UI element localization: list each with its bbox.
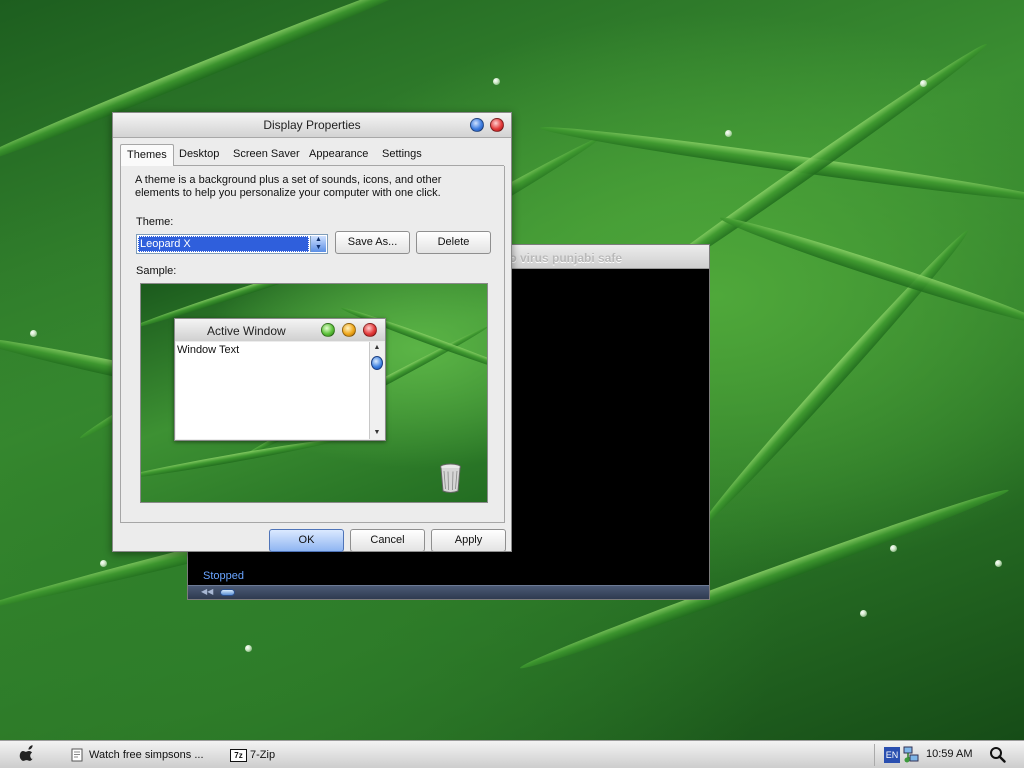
sample-window-title: Active Window: [207, 324, 286, 338]
scroll-thumb: [371, 356, 383, 370]
display-properties-dialog: Display Properties Themes Desktop Screen…: [112, 112, 512, 552]
save-as-button[interactable]: Save As...: [335, 231, 410, 254]
task-7zip-label: 7-Zip: [250, 749, 276, 761]
water-drop: [890, 545, 897, 552]
task-browser[interactable]: Watch free simpsons ...: [70, 744, 204, 766]
scroll-up-icon: ▲: [373, 344, 381, 351]
ok-button[interactable]: OK: [269, 529, 344, 552]
water-drop: [245, 645, 252, 652]
theme-description: A theme is a background plus a set of so…: [135, 174, 442, 199]
sample-active-window: Active Window Window Text ▲ ▼: [174, 318, 386, 441]
tab-settings[interactable]: Settings: [380, 148, 424, 160]
document-icon: [71, 748, 83, 762]
maximize-icon: [321, 323, 335, 337]
recycle-bin-icon: [440, 463, 461, 493]
water-drop: [100, 560, 107, 567]
apply-button[interactable]: Apply: [431, 529, 506, 552]
water-drop: [725, 130, 732, 137]
tab-desktop[interactable]: Desktop: [177, 148, 221, 160]
theme-select[interactable]: Leopard X ▲ ▼: [136, 234, 328, 254]
scroll-down-icon: ▼: [373, 429, 381, 436]
sample-titlebar: Active Window: [175, 319, 385, 341]
theme-select-value: Leopard X: [138, 236, 309, 252]
tab-themes[interactable]: Themes: [120, 144, 174, 167]
minimize-icon: [342, 323, 356, 337]
apple-icon[interactable]: [18, 745, 38, 765]
water-drop: [493, 78, 500, 85]
tab-appearance[interactable]: Appearance: [307, 148, 370, 160]
close-icon: [363, 323, 377, 337]
theme-label: Theme:: [136, 216, 174, 228]
updown-arrow-icon[interactable]: ▲ ▼: [310, 236, 326, 252]
cancel-button[interactable]: Cancel: [350, 529, 425, 552]
rewind-icon[interactable]: ◀◀: [201, 587, 213, 596]
sample-scrollbar: ▲ ▼: [369, 342, 384, 439]
theme-sample-preview: Active Window Window Text ▲ ▼: [140, 283, 488, 503]
grass-blade: [717, 210, 1024, 331]
help-icon[interactable]: [470, 118, 484, 132]
dialog-title: Display Properties: [263, 118, 361, 132]
network-icon[interactable]: [903, 746, 919, 764]
player-controls: ◀◀: [188, 585, 709, 599]
tray-divider: [874, 744, 875, 766]
tab-screen-saver[interactable]: Screen Saver: [231, 148, 302, 160]
water-drop: [995, 560, 1002, 567]
player-status: Stopped: [203, 570, 244, 582]
taskbar: Watch free simpsons ... 7z 7-Zip EN 10:59…: [0, 740, 1024, 768]
grass-blade: [694, 225, 974, 534]
sample-window-text: Window Text: [176, 342, 369, 439]
task-7zip[interactable]: 7z 7-Zip: [230, 744, 275, 766]
search-icon[interactable]: [989, 746, 1006, 763]
language-indicator[interactable]: EN: [884, 747, 900, 763]
grass-blade: [141, 435, 339, 482]
water-drop: [30, 330, 37, 337]
tab-strip: Themes Desktop Screen Saver Appearance S…: [120, 144, 504, 167]
water-drop: [860, 610, 867, 617]
themes-panel: A theme is a background plus a set of so…: [120, 166, 505, 523]
delete-button[interactable]: Delete: [416, 231, 491, 254]
7zip-icon: 7z: [230, 748, 247, 762]
player-title: lo virus punjabi safe: [506, 251, 623, 265]
dialog-titlebar[interactable]: Display Properties: [113, 113, 511, 138]
seek-slider[interactable]: [220, 589, 235, 596]
sample-label: Sample:: [136, 265, 177, 277]
task-browser-label: Watch free simpsons ...: [89, 749, 204, 761]
water-drop: [920, 80, 927, 87]
close-icon[interactable]: [490, 118, 504, 132]
clock[interactable]: 10:59 AM: [926, 748, 972, 760]
